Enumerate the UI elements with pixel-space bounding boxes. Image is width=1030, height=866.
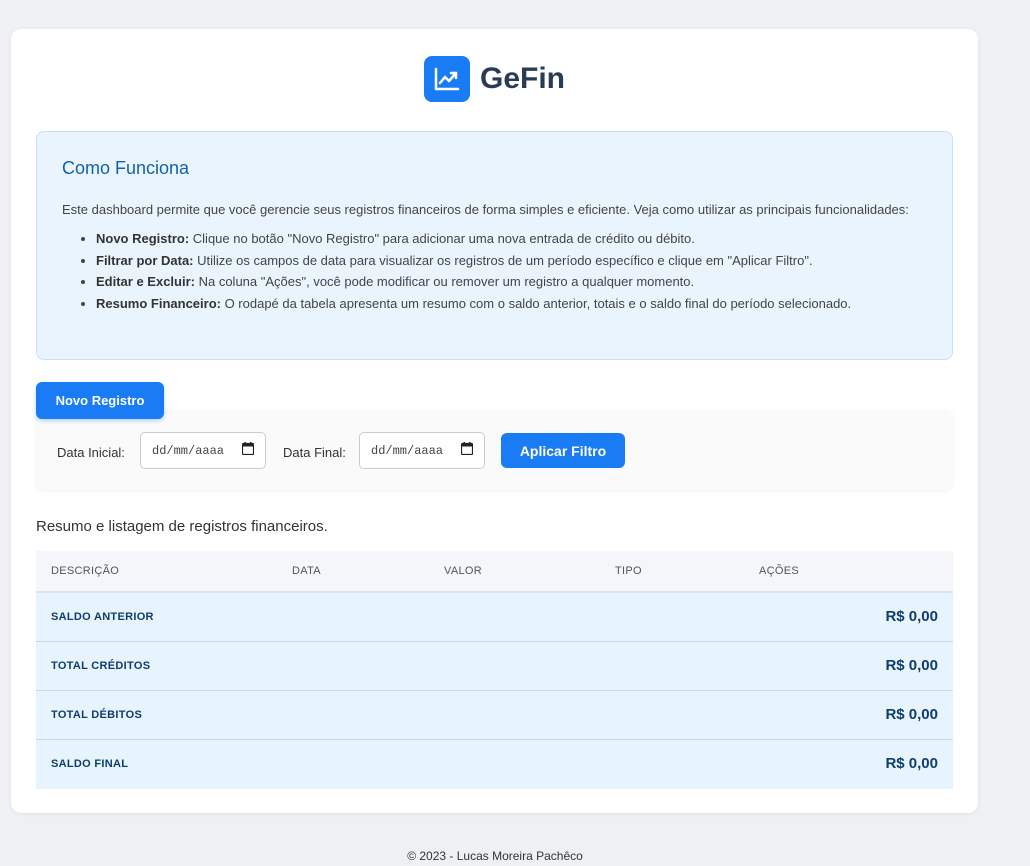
- feature-item: Filtrar por Data: Utilize os campos de d…: [96, 252, 927, 269]
- end-date-label: Data Final:: [283, 445, 346, 460]
- summary-label: TOTAL DÉBITOS: [51, 709, 143, 721]
- how-it-works-title: Como Funciona: [62, 158, 190, 178]
- new-record-button[interactable]: Novo Registro: [36, 382, 164, 419]
- calendar-icon[interactable]: [241, 442, 255, 459]
- feature-text: Utilize os campos de data para visualiza…: [193, 252, 813, 268]
- start-date-placeholder: dd/mm/aaaa: [152, 443, 225, 458]
- summary-row-total-credits: TOTAL CRÉDITOS R$ 0,00: [36, 642, 953, 691]
- summary-label: TOTAL CRÉDITOS: [51, 660, 151, 672]
- summary-label: SALDO ANTERIOR: [51, 611, 154, 623]
- chart-line-icon: [423, 56, 470, 102]
- brand-header: GeFin: [11, 56, 978, 102]
- end-date-placeholder: dd/mm/aaaa: [371, 443, 444, 458]
- start-date-input[interactable]: dd/mm/aaaa: [140, 432, 266, 469]
- start-date-label: Data Inicial:: [57, 445, 125, 460]
- feature-item: Editar e Excluir: Na coluna "Ações", voc…: [96, 273, 927, 290]
- header-type: TIPO: [615, 565, 642, 577]
- header-date: DATA: [292, 565, 321, 577]
- apply-filter-button[interactable]: Aplicar Filtro: [501, 433, 625, 468]
- summary-value: R$ 0,00: [885, 706, 938, 723]
- how-it-works-panel: Como Funciona Este dashboard permite que…: [36, 131, 953, 360]
- feature-item: Novo Registro: Clique no botão "Novo Reg…: [96, 230, 927, 247]
- feature-term: Filtrar por Data:: [96, 252, 194, 268]
- calendar-icon[interactable]: [460, 442, 474, 459]
- summary-value: R$ 0,00: [885, 755, 938, 772]
- records-table: DESCRIÇÃO DATA VALOR TIPO AÇÕES SALDO AN…: [36, 551, 953, 789]
- feature-term: Editar e Excluir:: [96, 274, 195, 289]
- feature-text: Clique no botão "Novo Registro" para adi…: [189, 231, 695, 246]
- summary-row-total-debits: TOTAL DÉBITOS R$ 0,00: [36, 691, 953, 740]
- brand-name: GeFin: [479, 62, 565, 95]
- header-value: VALOR: [444, 565, 482, 577]
- summary-label: SALDO FINAL: [51, 758, 129, 770]
- feature-item: Resumo Financeiro: O rodapé da tabela ap…: [96, 295, 927, 312]
- feature-text: Na coluna "Ações", você pode modificar o…: [194, 274, 695, 289]
- page-footer: © 2023 - Lucas Moreira Pachêco: [407, 849, 583, 863]
- feature-list: Novo Registro: Clique no botão "Novo Reg…: [62, 230, 927, 312]
- feature-text: O rodapé da tabela apresenta um resumo c…: [220, 295, 852, 311]
- header-actions: AÇÕES: [759, 565, 800, 577]
- how-it-works-intro: Este dashboard permite que você gerencie…: [62, 202, 909, 217]
- header-description: DESCRIÇÃO: [51, 565, 120, 577]
- summary-value: R$ 0,00: [885, 657, 938, 674]
- table-header: DESCRIÇÃO DATA VALOR TIPO AÇÕES: [36, 551, 953, 593]
- end-date-input[interactable]: dd/mm/aaaa: [359, 432, 485, 469]
- summary-row-previous-balance: SALDO ANTERIOR R$ 0,00: [36, 593, 953, 642]
- feature-term: Resumo Financeiro:: [96, 295, 221, 311]
- feature-term: Novo Registro:: [96, 231, 190, 246]
- main-card: GeFin Como Funciona Este dashboard permi…: [11, 29, 978, 813]
- summary-value: R$ 0,00: [885, 608, 938, 625]
- table-caption: Resumo e listagem de registros financeir…: [36, 518, 328, 535]
- date-filter-panel: Data Inicial: dd/mm/aaaa Data Final: dd/…: [36, 410, 953, 490]
- summary-row-final-balance: SALDO FINAL R$ 0,00: [36, 740, 953, 789]
